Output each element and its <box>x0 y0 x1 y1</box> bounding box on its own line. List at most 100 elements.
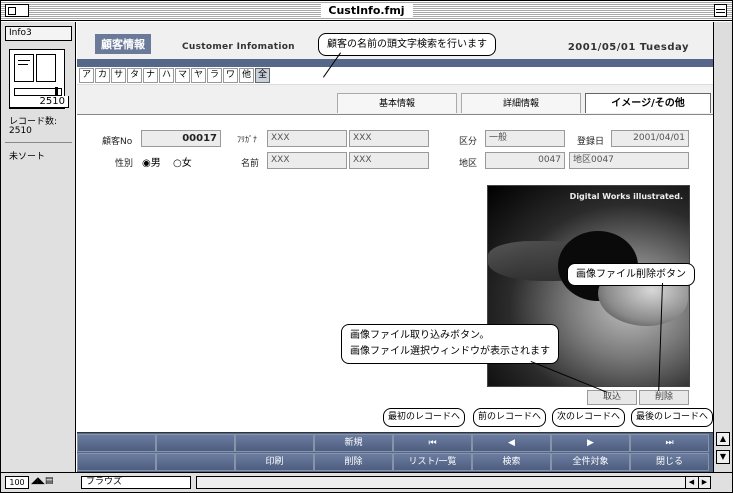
status-toggle-icon[interactable]: ▤ <box>45 476 54 486</box>
kana-na[interactable]: ナ <box>143 68 158 83</box>
page-title: 顧客情報 <box>95 34 151 54</box>
kana-other[interactable]: 他 <box>239 68 254 83</box>
window-title: CustInfo.fmj <box>320 4 413 17</box>
image-delete-button[interactable]: 削除 <box>639 390 689 405</box>
name-first-field[interactable]: XXX <box>349 152 429 169</box>
page-subtitle: Customer Infomation <box>182 42 295 52</box>
callout-next-record: 次のレコードへ <box>552 408 626 427</box>
nav-show-all-button[interactable]: 全件対象 <box>551 453 630 471</box>
zoom-box-icon[interactable] <box>5 4 29 17</box>
kana-all[interactable]: 全 <box>255 68 270 83</box>
next-record-icon: ▶ <box>587 438 594 448</box>
scroll-up-arrow-icon[interactable]: ▲ <box>716 432 730 446</box>
callout-prev-record: 前のレコードへ <box>473 408 547 427</box>
vertical-scrollbar[interactable]: ▲ ▼ <box>713 22 732 472</box>
horizontal-scrollbar[interactable]: ◀ ▶ <box>196 476 711 489</box>
callout-kana-search: 顧客の名前の頭文字検索を行います <box>318 33 496 56</box>
mode-selector[interactable]: ブラウズ <box>81 476 191 489</box>
last-record-icon: ⏭ <box>665 438 674 448</box>
first-record-icon: ⏮ <box>428 438 437 448</box>
gender-male-label: 男 <box>150 158 161 169</box>
tab-image-other[interactable]: イメージ/その他 <box>585 93 711 113</box>
nav-next-record-button[interactable]: ▶ <box>551 434 630 452</box>
app-window: CustInfo.fmj Info3 2510 レコード数: 2510 未ソート… <box>0 0 733 493</box>
callout-delete-button: 画像ファイル削除ボタン <box>567 263 695 286</box>
area-code-field[interactable]: 0047 <box>485 152 565 169</box>
nav-list-button[interactable]: リスト/一覧 <box>393 453 472 471</box>
kana-sa[interactable]: サ <box>111 68 126 83</box>
kana-ha[interactable]: ハ <box>159 68 174 83</box>
customer-no-field[interactable]: 00017 <box>141 130 221 147</box>
current-date: 2001/05/01 Tuesday <box>567 42 689 53</box>
scroll-right-arrow-icon[interactable]: ▶ <box>698 477 710 488</box>
tab-divider <box>77 114 713 115</box>
kana-a[interactable]: ア <box>79 68 94 83</box>
registered-date-field[interactable]: 2001/04/01 <box>611 130 689 147</box>
nav-search-button[interactable]: 検索 <box>472 453 551 471</box>
tab-basic-info[interactable]: 基本情報 <box>337 93 457 113</box>
nav-close-button[interactable]: 閉じる <box>630 453 709 471</box>
kana-ma[interactable]: マ <box>175 68 190 83</box>
scroll-down-arrow-icon[interactable]: ▼ <box>716 450 730 464</box>
nav-first-record-button[interactable]: ⏮ <box>393 434 472 452</box>
furigana-first-field[interactable]: XXX <box>349 130 429 147</box>
kana-ka[interactable]: カ <box>95 68 110 83</box>
gender-label: 性別 <box>115 159 134 169</box>
bottom-bar: 100 ◢◣▤ ブラウズ ◀ ▶ <box>1 472 732 492</box>
radio-selected-icon: ◉ <box>142 158 151 169</box>
scroll-left-arrow-icon[interactable]: ◀ <box>685 477 697 488</box>
name-last-field[interactable]: XXX <box>267 152 347 169</box>
kana-ya[interactable]: ヤ <box>191 68 206 83</box>
nav-new-button[interactable]: 新規 <box>314 434 393 452</box>
callout-import-line1: 画像ファイル取り込みボタン。 <box>350 330 490 341</box>
layout-content: 顧客情報 Customer Infomation 2001/05/01 Tues… <box>77 22 713 472</box>
area-label: 地区 <box>459 159 478 169</box>
book-page-left[interactable] <box>14 54 34 82</box>
nav-print-button[interactable]: 印刷 <box>235 453 314 471</box>
callout-import-line2: 画像ファイル選択ウィンドウが表示されます <box>350 346 550 357</box>
kana-index: ア カ サ タ ナ ハ マ ヤ ラ ワ 他 全 <box>79 68 271 83</box>
sort-state: 未ソート <box>9 152 46 162</box>
current-record-number[interactable]: 2510 <box>9 96 69 108</box>
image-import-button[interactable]: 取込 <box>587 390 637 405</box>
zoom-controls: ◢◣▤ <box>31 476 53 486</box>
category-label: 区分 <box>459 137 478 147</box>
zoom-level[interactable]: 100 <box>5 476 29 489</box>
collapse-box-icon[interactable] <box>714 4 727 17</box>
nav-empty-5 <box>156 453 235 471</box>
status-area: Info3 2510 レコード数: 2510 未ソート <box>1 22 76 472</box>
nav-delete-button[interactable]: 削除 <box>314 453 393 471</box>
prev-record-icon: ◀ <box>508 438 515 448</box>
header-divider <box>77 59 713 67</box>
category-field[interactable]: 一般 <box>485 130 565 147</box>
kana-wa[interactable]: ワ <box>223 68 238 83</box>
zoom-out-icon[interactable]: ◢ <box>31 476 38 486</box>
nav-prev-record-button[interactable]: ◀ <box>472 434 551 452</box>
title-bar[interactable]: CustInfo.fmj <box>1 1 732 21</box>
kana-ra[interactable]: ラ <box>207 68 222 83</box>
tab-strip: 基本情報 詳細情報 イメージ/その他 <box>77 84 713 114</box>
photo-watermark: Digital Works illustrated. <box>569 192 683 201</box>
name-label: 名前 <box>241 159 260 169</box>
records-count: 2510 <box>9 126 32 136</box>
record-slider[interactable] <box>14 87 62 97</box>
gender-male-radio[interactable]: ◉男 <box>142 154 161 169</box>
furigana-label: ﾌﾘｶﾞﾅ <box>237 135 257 144</box>
callout-import-button: 画像ファイル取り込みボタン。 画像ファイル選択ウィンドウが表示されます <box>341 324 559 364</box>
area-name-field[interactable]: 地区0047 <box>569 152 689 169</box>
gender-female-radio[interactable]: ○女 <box>173 154 192 169</box>
callout-first-record: 最初のレコードへ <box>383 408 466 427</box>
nav-empty-1 <box>77 434 156 452</box>
gender-female-label: 女 <box>181 158 192 169</box>
layout-selector[interactable]: Info3 <box>5 26 72 41</box>
nav-empty-2 <box>156 434 235 452</box>
nav-last-record-button[interactable]: ⏭ <box>630 434 709 452</box>
zoom-in-icon[interactable]: ◣ <box>38 476 45 486</box>
registered-label: 登録日 <box>577 137 605 147</box>
tab-detail-info[interactable]: 詳細情報 <box>461 93 581 113</box>
nav-empty-4 <box>77 453 156 471</box>
furigana-last-field[interactable]: XXX <box>267 130 347 147</box>
customer-no-label: 顧客No <box>102 137 133 147</box>
kana-ta[interactable]: タ <box>127 68 142 83</box>
book-page-right[interactable] <box>36 54 56 82</box>
